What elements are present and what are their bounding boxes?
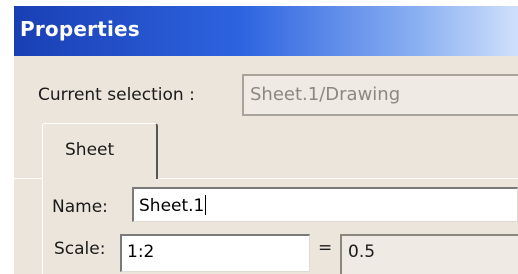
current-selection-field: Sheet.1/Drawing [242, 74, 518, 116]
tab-sheet[interactable]: Sheet [42, 123, 158, 179]
tab-panel-edge [42, 178, 43, 274]
name-input[interactable]: Sheet.1 [132, 187, 518, 222]
equals-sign: = [318, 238, 333, 258]
name-label: Name: [52, 197, 108, 217]
name-input-value: Sheet.1 [139, 196, 205, 216]
scale-label: Scale: [54, 239, 106, 259]
scale-input[interactable]: 1:2 [120, 234, 310, 272]
properties-dialog: Properties Current selection : Sheet.1/D… [14, 6, 518, 274]
text-caret [205, 195, 207, 215]
dialog-title: Properties [20, 17, 140, 41]
title-bar[interactable]: Properties [14, 6, 518, 56]
current-selection-label: Current selection : [38, 85, 195, 105]
scale-decimal-field: 0.5 [340, 234, 518, 274]
tab-sheet-label: Sheet [65, 140, 115, 160]
